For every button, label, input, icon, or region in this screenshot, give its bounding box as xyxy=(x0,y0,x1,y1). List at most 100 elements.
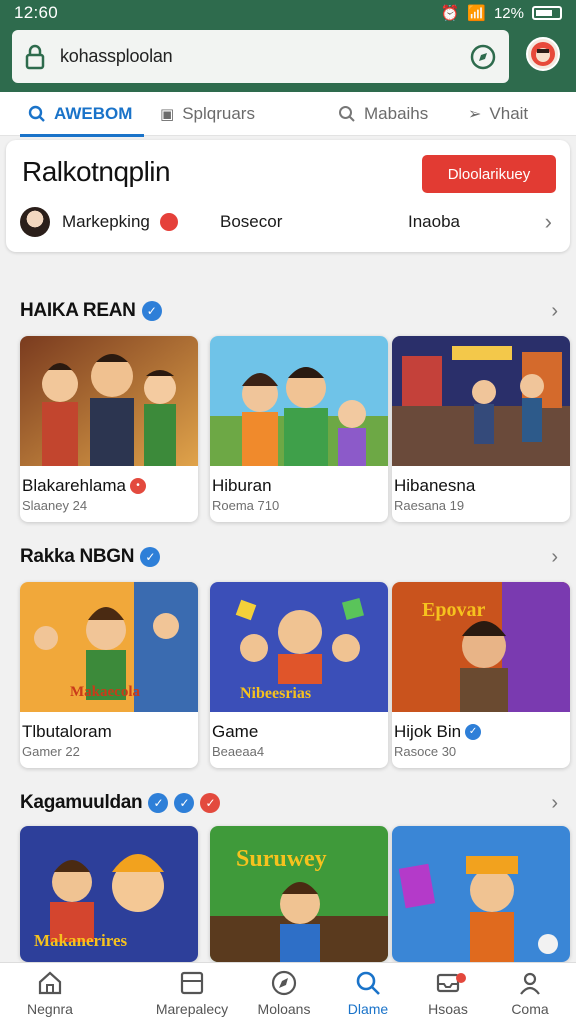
content-card[interactable]: Epovar Hijok Bin ✓ Rasoce 30 xyxy=(392,582,570,768)
nav-label: Hsoas xyxy=(428,1001,468,1017)
profile-action-button[interactable]: Dloolarikuey xyxy=(422,155,556,193)
notification-badge-icon: ✓ xyxy=(200,793,221,813)
card-subtitle: Beaeaa4 xyxy=(212,744,265,759)
card-title: Hiburan xyxy=(212,476,272,495)
card-thumbnail: Makaecola xyxy=(20,582,198,712)
section-kagamuuldan: Kagamuuldan ✓ ✓ ✓ › Makanerires Suruwey xyxy=(6,784,570,962)
bottom-navigation: Negnra Marepalecy Moloans Dlame Hsoas Co… xyxy=(0,962,576,1024)
home-icon xyxy=(38,971,62,995)
profile-meta-item: Inaoba xyxy=(408,212,460,231)
tab-indicator xyxy=(20,134,144,137)
verified-icon: ✓ xyxy=(141,301,162,321)
tab-label: Splqruars xyxy=(182,104,255,123)
nav-item-profile[interactable]: Coma xyxy=(480,969,576,1017)
tab-splqruars[interactable]: ▣ Splqruars xyxy=(160,92,255,136)
chevron-right-icon[interactable]: › xyxy=(551,546,558,569)
nav-label: Dlame xyxy=(347,1001,389,1017)
nav-label: Coma xyxy=(511,1001,549,1017)
section-rakka-nbgn: Rakka NBGN ✓ › Makaecola Tlbutaloram Gam… xyxy=(6,538,570,768)
tab-awebom[interactable]: AWEBOM xyxy=(20,92,144,137)
section-title[interactable]: HAIKA REAN ✓ xyxy=(20,300,162,322)
card-title: Hijok Bin xyxy=(394,722,462,741)
art-text: Makanerires xyxy=(34,931,128,950)
card-subtitle: Slaaney 24 xyxy=(22,498,88,513)
tab-vhait[interactable]: ➢ Vhait xyxy=(468,92,528,136)
tab-label: Mabaihs xyxy=(364,104,429,123)
card-title: Hibanesna xyxy=(394,476,476,495)
card-thumbnail: Epovar xyxy=(392,582,570,712)
nav-label: Marepalecy xyxy=(155,1001,229,1017)
profile-avatar xyxy=(20,207,50,237)
content-card[interactable]: Hibanesna Raesana 19 xyxy=(392,336,570,522)
card-subtitle: Gamer 22 xyxy=(22,744,80,759)
tab-mabaihs[interactable]: Mabaihs xyxy=(338,92,428,136)
content-card[interactable]: Makanerires xyxy=(20,826,198,962)
section-title[interactable]: Kagamuuldan ✓ ✓ ✓ xyxy=(20,792,221,814)
search-icon xyxy=(356,971,380,995)
content-card[interactable]: Nibeesrias Game Beaeaa4 xyxy=(210,582,388,768)
top-tabs: AWEBOM ▣ Splqruars Mabaihs ➢ Vhait xyxy=(0,92,576,137)
art-text: Makaecola xyxy=(70,684,140,700)
content-card[interactable]: Makaecola Tlbutaloram Gamer 22 xyxy=(20,582,198,768)
profile-name: Ralkotnqplin xyxy=(22,156,171,187)
tab-label: AWEBOM xyxy=(54,104,133,123)
art-text: Suruwey xyxy=(236,846,327,872)
compass-icon[interactable] xyxy=(469,43,497,71)
profile-meta-row[interactable]: Markepking Bosecor Inaoba › xyxy=(20,206,556,238)
card-title: Game xyxy=(212,722,259,741)
section-title[interactable]: Rakka NBGN ✓ xyxy=(20,546,161,568)
card-thumbnail xyxy=(392,336,570,466)
wifi-icon: 📶 xyxy=(467,5,486,22)
verified-icon: ✓ xyxy=(465,724,482,740)
card-thumbnail: Makanerires xyxy=(20,826,198,962)
verified-icon: ✓ xyxy=(140,547,161,567)
browser-header: 12:60 ⏰ 📶 12% kohassploolan xyxy=(0,0,576,92)
section-haika-rean: HAIKA REAN ✓ › Blakarehlama• Slaaney 24 xyxy=(6,292,570,522)
compass-icon xyxy=(271,970,297,996)
content-card[interactable]: Blakarehlama • Slaaney 24 xyxy=(20,336,198,522)
art-text: Nibeesrias xyxy=(240,685,311,702)
notification-badge-icon: • xyxy=(129,478,146,494)
verified-icon: ✓ xyxy=(148,793,169,813)
profile-meta-item: Bosecor xyxy=(220,212,283,231)
store-icon xyxy=(180,971,204,995)
avatar-face-icon xyxy=(531,42,555,66)
battery-percent: 12% xyxy=(493,4,524,22)
battery-icon xyxy=(532,6,562,20)
nav-item-home[interactable]: Negnra xyxy=(0,969,100,1017)
notification-dot xyxy=(456,973,466,983)
chevron-right-icon[interactable]: › xyxy=(545,209,552,235)
status-bar: 12:60 ⏰ 📶 12% xyxy=(0,0,576,26)
card-subtitle: Roema 710 xyxy=(212,498,280,513)
notification-badge-icon xyxy=(159,213,178,231)
card-title: Blakarehlama xyxy=(22,476,126,495)
profile-card: Ralkotnqplin Dloolarikuey Markepking Bos… xyxy=(6,140,570,252)
content-card[interactable]: Hiburan Roema 710 xyxy=(210,336,388,522)
art-text: Epovar xyxy=(422,599,485,621)
tab-label: Vhait xyxy=(489,104,529,123)
card-subtitle: Rasoce 30 xyxy=(394,744,457,759)
send-icon: ➢ xyxy=(468,106,482,123)
gallery-icon: ▣ xyxy=(160,106,175,123)
url-bar[interactable]: kohassploolan xyxy=(12,30,509,83)
card-title: Tlbutaloram xyxy=(22,722,112,741)
search-icon xyxy=(339,106,355,122)
chevron-right-icon[interactable]: › xyxy=(551,300,558,323)
nav-label: Negnra xyxy=(27,1001,73,1017)
content-card[interactable]: Suruwey xyxy=(210,826,388,962)
url-text[interactable]: kohassploolan xyxy=(60,46,469,67)
nav-item-marketplace[interactable]: Marepalecy xyxy=(142,969,242,1017)
card-thumbnail: Suruwey xyxy=(210,826,388,962)
search-icon xyxy=(28,105,45,122)
content-card[interactable] xyxy=(392,826,570,962)
avatar[interactable] xyxy=(526,37,560,71)
status-time: 12:60 xyxy=(14,3,59,22)
card-thumbnail: Nibeesrias xyxy=(210,582,388,712)
card-thumbnail xyxy=(210,336,388,466)
alarm-icon: ⏰ xyxy=(440,5,460,22)
chevron-right-icon[interactable]: › xyxy=(551,792,558,815)
verified-icon: ✓ xyxy=(174,793,195,813)
profile-meta-item: Markepking xyxy=(62,212,150,231)
card-subtitle: Raesana 19 xyxy=(394,498,465,513)
card-thumbnail xyxy=(392,826,570,962)
